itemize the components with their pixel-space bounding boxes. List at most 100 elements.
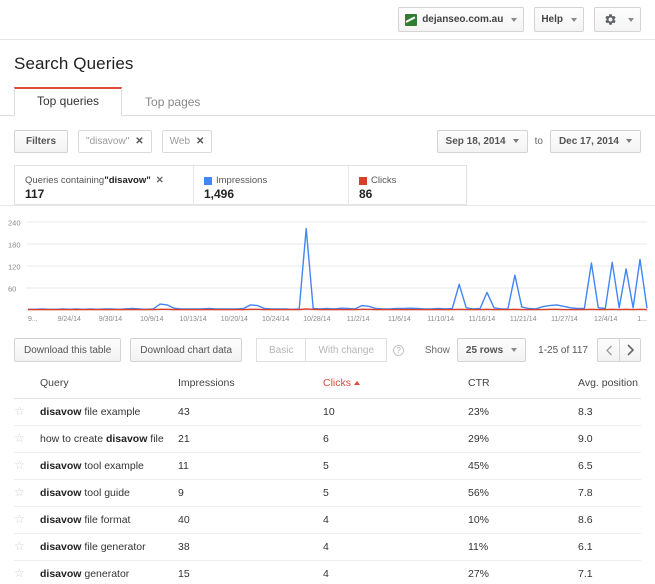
column-header-ctr-label: CTR [468,377,490,389]
column-header-avg-position[interactable]: Avg. position [578,372,641,399]
star-cell: ☆ [14,533,40,561]
svg-text:9/24/14: 9/24/14 [58,316,81,323]
cell-query[interactable]: how to create disavow file [40,425,178,453]
column-header-avg-position-label: Avg. position [578,377,638,389]
cell-avg-position: 8.6 [578,506,641,534]
svg-text:180: 180 [8,241,21,250]
star-icon[interactable]: ☆ [14,405,25,417]
svg-text:10/9/14: 10/9/14 [140,316,163,323]
svg-text:10/20/14: 10/20/14 [221,316,248,323]
table-head: Query Impressions Clicks CTR Avg. positi… [14,372,641,399]
filter-chip-web[interactable]: Web ✕ [161,129,213,153]
column-header-impressions[interactable]: Impressions [178,372,323,399]
view-mode-with-change[interactable]: With change [305,338,388,362]
table-row[interactable]: ☆ disavow tool guide 9 5 56% 7.8 [14,479,641,507]
table-row[interactable]: ☆ disavow file format 40 4 10% 8.6 [14,506,641,534]
cell-query[interactable]: disavow tool guide [40,479,178,507]
cell-query[interactable]: disavow tool example [40,452,178,480]
filters-button[interactable]: Filters [14,129,69,153]
column-header-query[interactable]: Query [40,372,178,399]
cell-query[interactable]: disavow file format [40,506,178,534]
table-row[interactable]: ☆ disavow file generator 38 4 11% 6.1 [14,533,641,561]
site-selector-label: dejanseo.com.au [422,14,504,25]
star-cell: ☆ [14,506,40,534]
tab-top-queries[interactable]: Top queries [14,87,123,116]
filter-row: Filters "disavow" ✕ Web ✕ Sep 18, 2014 t… [0,116,655,156]
column-header-ctr[interactable]: CTR [468,372,578,399]
site-selector-button[interactable]: dejanseo.com.au [398,7,525,32]
show-rows-label: Show [424,344,450,356]
search-queries-table: Query Impressions Clicks CTR Avg. positi… [14,372,641,584]
svg-text:12/4/14: 12/4/14 [594,316,617,323]
cell-avg-position: 6.1 [578,533,641,561]
svg-text:120: 120 [8,263,21,272]
card-impressions[interactable]: Impressions 1,496 [194,166,349,204]
help-button[interactable]: Help [534,7,584,32]
sort-ascending-icon [354,381,360,385]
table-row[interactable]: ☆ disavow tool example 11 5 45% 6.5 [14,452,641,480]
svg-text:11/27/14: 11/27/14 [551,316,578,323]
star-icon[interactable]: ☆ [14,540,25,552]
tab-top-pages[interactable]: Top pages [122,88,223,116]
tab-top-queries-label: Top queries [37,94,100,108]
chevron-down-icon [628,17,634,22]
filter-chip-web-label: Web [169,135,191,147]
star-cell: ☆ [14,425,40,453]
help-icon[interactable]: ? [393,344,405,356]
cell-impressions: 43 [178,398,323,426]
table-body: ☆ disavow file example 43 10 23% 8.3 ☆ how to c… [14,398,641,584]
svg-text:10/13/14: 10/13/14 [179,316,206,323]
table-row[interactable]: ☆ how to create disavow file 21 6 29% 9.0 [14,425,641,453]
star-icon[interactable]: ☆ [14,459,25,471]
star-icon[interactable]: ☆ [14,432,25,444]
download-chart-data-button[interactable]: Download chart data [130,338,243,362]
download-table-button[interactable]: Download this table [14,338,122,362]
cell-ctr: 27% [468,560,578,584]
cell-query[interactable]: disavow generator [40,560,178,584]
svg-text:10/28/14: 10/28/14 [303,316,330,323]
card-queries-containing: Queries containing "disavow" ✕ 117 [15,166,194,204]
close-icon[interactable]: ✕ [135,136,143,147]
cell-ctr: 56% [468,479,578,507]
cell-query[interactable]: disavow file example [40,398,178,426]
download-table-label: Download this table [24,344,112,356]
table-row[interactable]: ☆ disavow file example 43 10 23% 8.3 [14,398,641,426]
cell-impressions: 40 [178,506,323,534]
impressions-color-swatch [204,177,212,185]
card-clicks-value: 86 [359,187,373,201]
date-to-button[interactable]: Dec 17, 2014 [549,129,641,153]
date-from-button[interactable]: Sep 18, 2014 [436,129,528,153]
filter-chip-query[interactable]: "disavow" ✕ [78,129,152,153]
help-button-label: Help [541,14,563,25]
cell-impressions: 38 [178,533,323,561]
close-icon[interactable]: ✕ [156,175,164,187]
star-icon[interactable]: ☆ [14,567,25,579]
column-header-clicks[interactable]: Clicks [323,372,468,399]
view-mode-basic[interactable]: Basic [256,338,306,362]
summary-cards: Queries containing "disavow" ✕ 117 Impres… [14,165,467,205]
settings-button[interactable] [594,7,641,32]
tab-bar: Top queries Top pages [0,86,655,116]
view-mode-with-change-label: With change [318,344,375,356]
svg-text:11/6/14: 11/6/14 [388,316,411,323]
star-icon[interactable]: ☆ [14,513,25,525]
svg-text:11/16/14: 11/16/14 [469,316,496,323]
cell-clicks: 5 [323,452,468,480]
svg-text:9...: 9... [28,316,38,323]
star-cell: ☆ [14,560,40,584]
star-icon[interactable]: ☆ [14,486,25,498]
cell-impressions: 9 [178,479,323,507]
filter-chip-query-label: "disavow" [86,135,130,147]
cell-query[interactable]: disavow file generator [40,533,178,561]
queries-line-chart: 60 120 180 240 9... 9/24/14 9/30/14 10/9/14 10/1… [0,218,655,328]
previous-page-button[interactable] [597,338,619,362]
close-icon[interactable]: ✕ [196,136,204,147]
chevron-down-icon [511,17,518,22]
chart-top-divider [0,205,655,206]
svg-text:10/24/14: 10/24/14 [262,316,289,323]
next-page-button[interactable] [619,338,641,362]
card-clicks[interactable]: Clicks 86 [349,166,466,204]
rows-per-page-select[interactable]: 25 rows [456,338,527,362]
card-label-term: "disavow" [104,175,151,186]
table-row[interactable]: ☆ disavow generator 15 4 27% 7.1 [14,560,641,584]
